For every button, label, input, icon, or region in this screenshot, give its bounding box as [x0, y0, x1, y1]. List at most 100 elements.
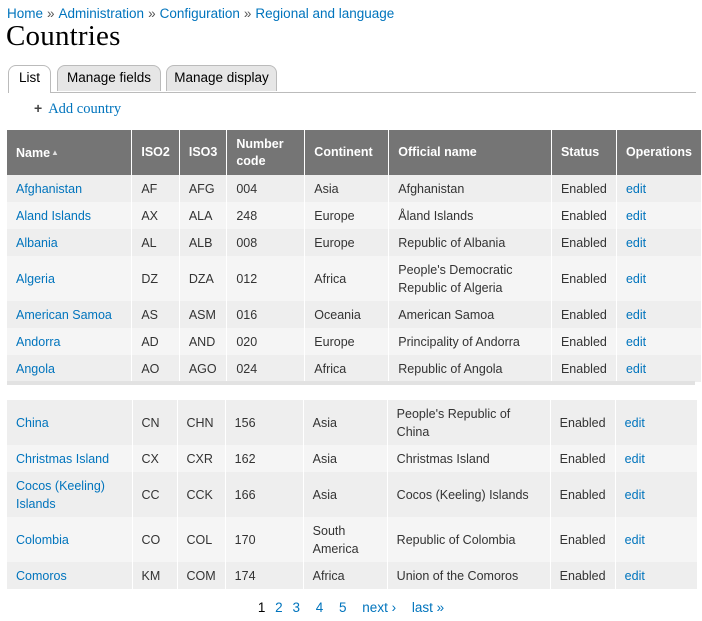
cell-status: Enabled [550, 445, 616, 472]
edit-link-link[interactable]: edit [626, 335, 646, 349]
breadcrumb: Home» Administration» Configuration» Region… [7, 6, 394, 21]
edit-link-link[interactable]: edit [625, 569, 645, 583]
cell-iso3: ALA [179, 202, 228, 229]
cell-name-link[interactable]: Comoros [16, 569, 67, 583]
cell-continent: Europe [304, 328, 390, 355]
cell-iso3: CCK [177, 472, 226, 517]
edit-link-link[interactable]: edit [625, 416, 645, 430]
cell-official-name: People's Democratic Republic of Algeria [388, 256, 552, 301]
cell-iso2: CO [132, 517, 178, 562]
edit-link-link[interactable]: edit [626, 209, 646, 223]
cell-name-link[interactable]: Andorra [16, 335, 60, 349]
cell-iso2: AS [131, 301, 180, 328]
edit-link: edit [615, 400, 698, 445]
cell-iso2: CN [132, 400, 178, 445]
edit-link: edit [616, 202, 702, 229]
cell-official-name: Republic of Colombia [387, 517, 551, 562]
cell-continent: Europe [304, 202, 390, 229]
cell-number-code: 174 [225, 562, 304, 589]
add-country-label: Add country [48, 101, 122, 117]
cell-continent: Europe [304, 229, 390, 256]
cell-official-name: Principality of Andorra [388, 328, 552, 355]
cell-official-name: People's Republic of China [387, 400, 551, 445]
row-divider [7, 381, 695, 385]
cell-name: Angola [7, 355, 133, 382]
cell-name-link[interactable]: Angola [16, 362, 55, 376]
cell-iso2: CC [132, 472, 178, 517]
cell-official-name: American Samoa [388, 301, 552, 328]
breadcrumb-home[interactable]: Home [7, 6, 43, 21]
pager-next[interactable]: next › [362, 600, 396, 615]
cell-continent: Africa [304, 256, 390, 301]
cell-name-link[interactable]: Albania [16, 236, 58, 250]
table-row: Andorra AD AND 020 Europe Principality of And… [7, 328, 702, 355]
cell-name-link[interactable]: Afghanistan [16, 182, 82, 196]
cell-name-link[interactable]: China [16, 416, 49, 430]
cell-iso2: AO [131, 355, 180, 382]
cell-status: Enabled [550, 517, 616, 562]
cell-name: Comoros [7, 562, 133, 589]
cell-official-name: Republic of Angola [388, 355, 552, 382]
cell-name-link[interactable]: Cocos (Keeling) Islands [16, 479, 105, 511]
cell-number-code: 166 [225, 472, 304, 517]
cell-name: Albania [7, 229, 133, 256]
cell-name-link[interactable]: American Samoa [16, 308, 112, 322]
pager-last[interactable]: last » [412, 600, 444, 615]
cell-name: Algeria [7, 256, 133, 301]
table-row: Algeria DZ DZA 012 Africa People's Democratic… [7, 256, 702, 301]
cell-iso2: AX [131, 202, 180, 229]
table-row: Aland Islands AX ALA 248 Europe Åland Islands… [7, 202, 702, 229]
add-country-link[interactable]: + Add country [34, 100, 121, 118]
cell-name: Colombia [7, 517, 133, 562]
cell-continent: Asia [303, 472, 388, 517]
tab-manage-display[interactable]: Manage display [166, 65, 277, 91]
cell-status: Enabled [551, 175, 617, 202]
edit-link: edit [615, 472, 698, 517]
cell-name: Christmas Island [7, 445, 133, 472]
edit-link-link[interactable]: edit [625, 533, 645, 547]
pager-page-3[interactable]: 3 [292, 600, 300, 615]
edit-link: edit [615, 517, 698, 562]
breadcrumb-separator: » [243, 6, 252, 21]
pager-page-2[interactable]: 2 [275, 600, 283, 615]
cell-name: Aland Islands [7, 202, 133, 229]
cell-iso3: ASM [179, 301, 228, 328]
edit-link-link[interactable]: edit [626, 182, 646, 196]
edit-link-link[interactable]: edit [626, 362, 646, 376]
pager-page-4[interactable]: 4 [316, 600, 324, 615]
cell-iso3: AND [179, 328, 228, 355]
edit-link-link[interactable]: edit [625, 488, 645, 502]
tab-list[interactable]: List [8, 65, 51, 93]
cell-name: China [7, 400, 133, 445]
pager-page-5[interactable]: 5 [339, 600, 347, 615]
breadcrumb-administration[interactable]: Administration [59, 6, 145, 21]
edit-link-link[interactable]: edit [626, 272, 646, 286]
cell-status: Enabled [550, 472, 616, 517]
cell-official-name: Cocos (Keeling) Islands [387, 472, 551, 517]
cell-number-code: 008 [226, 229, 306, 256]
breadcrumb-regional-and-language[interactable]: Regional and language [255, 6, 394, 21]
cell-status: Enabled [551, 328, 617, 355]
cell-continent: Asia [303, 400, 388, 445]
breadcrumb-configuration[interactable]: Configuration [160, 6, 240, 21]
cell-continent: South America [303, 517, 388, 562]
cell-iso2: AD [131, 328, 180, 355]
cell-number-code: 004 [226, 175, 306, 202]
edit-link-link[interactable]: edit [626, 236, 646, 250]
cell-name-link[interactable]: Colombia [16, 533, 69, 547]
column-header-official-name: Official name [388, 130, 552, 175]
table-row: Comoros KM COM 174 Africa Union of the Comoro… [7, 562, 698, 589]
table-row: China CN CHN 156 Asia People's Republic of Ch… [7, 400, 698, 445]
cell-iso3: COL [177, 517, 226, 562]
cell-name-link[interactable]: Aland Islands [16, 209, 91, 223]
edit-link: edit [615, 445, 698, 472]
column-header-name[interactable]: Name▲ [7, 130, 133, 175]
pager-page-1: 1 [257, 600, 266, 615]
cell-name-link[interactable]: Christmas Island [16, 452, 109, 466]
edit-link-link[interactable]: edit [625, 452, 645, 466]
cell-name-link[interactable]: Algeria [16, 272, 55, 286]
edit-link: edit [616, 175, 702, 202]
tab-manage-fields[interactable]: Manage fields [57, 65, 161, 91]
edit-link-link[interactable]: edit [626, 308, 646, 322]
cell-name: Afghanistan [7, 175, 133, 202]
